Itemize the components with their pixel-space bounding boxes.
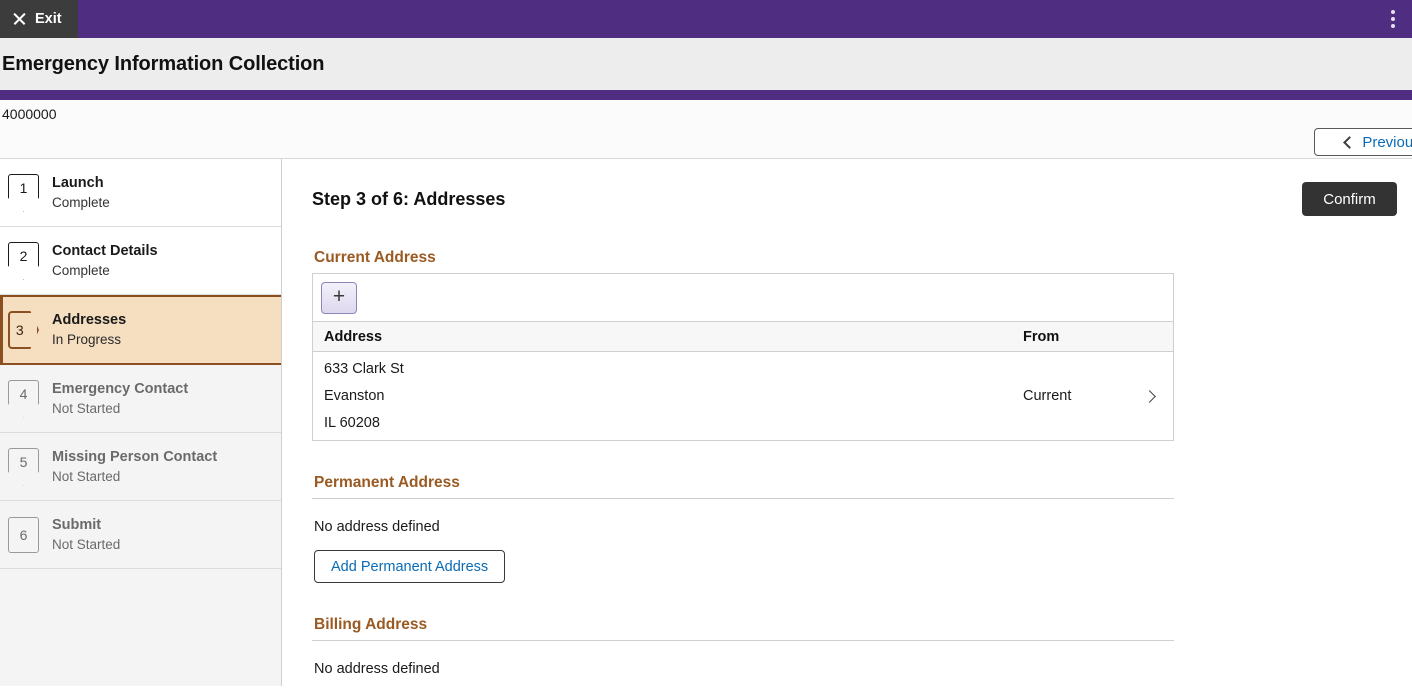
step-status: Not Started bbox=[52, 400, 121, 416]
billing-address-empty-text: No address defined bbox=[314, 661, 440, 677]
sidebar-step-submit[interactable]: 6 Submit Not Started bbox=[0, 501, 281, 569]
step-heading: Step 3 of 6: Addresses bbox=[312, 189, 506, 209]
current-address-section-title: Current Address bbox=[314, 249, 436, 266]
step-number-badge: 2 bbox=[8, 241, 39, 280]
permanent-address-section-title: Permanent Address bbox=[314, 474, 460, 491]
confirm-button[interactable]: Confirm bbox=[1302, 182, 1397, 216]
permanent-address-empty-text: No address defined bbox=[314, 519, 440, 535]
sidebar-step-emergency-contact[interactable]: 4 Emergency Contact Not Started bbox=[0, 365, 281, 433]
step-number: 3 bbox=[15, 322, 24, 338]
step-status: Complete bbox=[52, 194, 110, 210]
chevron-right-icon bbox=[1143, 389, 1156, 403]
address-line: Evanston bbox=[324, 388, 385, 404]
section-divider bbox=[312, 640, 1174, 641]
kebab-menu-icon[interactable] bbox=[1382, 7, 1404, 31]
step-number-badge: 6 bbox=[8, 516, 39, 554]
plus-icon[interactable]: + bbox=[321, 281, 357, 314]
row-detail-link[interactable] bbox=[1129, 389, 1173, 403]
app-top-bar: Exit bbox=[0, 0, 1412, 38]
previous-button[interactable]: Previous bbox=[1314, 128, 1412, 156]
wizard-nav-row: Previous bbox=[0, 128, 1412, 159]
step-text: Contact Details Complete bbox=[52, 243, 158, 278]
from-cell: Current bbox=[1023, 388, 1072, 404]
current-address-table: + Address From 633 Clark St Evanston IL … bbox=[312, 274, 1174, 441]
sidebar-step-contact-details[interactable]: 2 Contact Details Complete bbox=[0, 227, 281, 295]
kebab-dot bbox=[1391, 17, 1395, 21]
step-number-badge: 4 bbox=[8, 379, 39, 418]
step-text: Missing Person Contact Not Started bbox=[52, 449, 217, 484]
step-label: Launch bbox=[52, 174, 104, 191]
column-header-from: From bbox=[1023, 328, 1060, 345]
exit-button-label: Exit bbox=[35, 10, 62, 27]
current-address-toolbar: + bbox=[313, 274, 1173, 321]
step-number: 5 bbox=[19, 454, 28, 470]
chevron-left-icon bbox=[1343, 135, 1357, 149]
address-cell: 633 Clark St Evanston IL 60208 bbox=[313, 361, 1019, 431]
step-text: Emergency Contact Not Started bbox=[52, 381, 188, 416]
step-text: Launch Complete bbox=[52, 175, 110, 210]
step-status: In Progress bbox=[52, 332, 122, 348]
exit-button[interactable]: Exit bbox=[0, 0, 78, 38]
step-number-badge: 1 bbox=[8, 173, 39, 212]
close-x-icon bbox=[12, 12, 26, 26]
step-number: 1 bbox=[19, 180, 28, 196]
step-label: Submit bbox=[52, 516, 102, 533]
main-content-panel: Step 3 of 6: Addresses Confirm Current A… bbox=[282, 159, 1412, 686]
billing-address-section-title: Billing Address bbox=[314, 616, 428, 633]
previous-button-label: Previous bbox=[1362, 133, 1412, 151]
address-line: IL 60208 bbox=[324, 415, 380, 431]
record-id-row: 4000000 bbox=[0, 100, 1412, 128]
kebab-dot bbox=[1391, 24, 1395, 28]
step-text: Submit Not Started bbox=[52, 517, 120, 552]
main-header: Step 3 of 6: Addresses Confirm bbox=[282, 159, 1412, 216]
step-number: 6 bbox=[19, 526, 28, 543]
add-permanent-address-button[interactable]: Add Permanent Address bbox=[314, 550, 506, 583]
page-title: Emergency Information Collection bbox=[2, 52, 325, 75]
step-label: Contact Details bbox=[52, 242, 158, 259]
step-status: Complete bbox=[52, 262, 110, 278]
address-line: 633 Clark St bbox=[324, 361, 404, 377]
step-text: Addresses In Progress bbox=[52, 312, 126, 347]
step-label: Addresses bbox=[52, 312, 127, 329]
table-row[interactable]: 633 Clark St Evanston IL 60208 Current bbox=[313, 352, 1173, 440]
sidebar-step-addresses[interactable]: 3 Addresses In Progress bbox=[0, 295, 281, 365]
step-number-badge: 5 bbox=[8, 447, 39, 486]
table-header-row: Address From bbox=[313, 321, 1173, 352]
step-number: 2 bbox=[19, 248, 28, 264]
column-header-address: Address bbox=[324, 328, 383, 345]
section-divider bbox=[312, 498, 1174, 499]
sidebar-step-launch[interactable]: 1 Launch Complete bbox=[0, 159, 281, 227]
step-number: 4 bbox=[19, 386, 28, 402]
step-number-badge: 3 bbox=[8, 311, 39, 349]
page-body: 1 Launch Complete 2 Contact Details Complete 3… bbox=[0, 159, 1412, 686]
progress-bar bbox=[0, 90, 1412, 100]
sidebar-step-missing-person-contact[interactable]: 5 Missing Person Contact Not Started bbox=[0, 433, 281, 501]
step-label: Missing Person Contact bbox=[52, 448, 218, 465]
step-status: Not Started bbox=[52, 468, 121, 484]
kebab-dot bbox=[1391, 10, 1395, 14]
address-sections: Current Address + Address From 633 Clark… bbox=[282, 249, 1412, 686]
step-label: Emergency Contact bbox=[52, 380, 189, 397]
step-status: Not Started bbox=[52, 536, 121, 552]
wizard-step-sidebar: 1 Launch Complete 2 Contact Details Complete 3… bbox=[0, 159, 282, 686]
page-title-band: Emergency Information Collection bbox=[0, 38, 1412, 90]
record-id: 4000000 bbox=[2, 106, 57, 122]
